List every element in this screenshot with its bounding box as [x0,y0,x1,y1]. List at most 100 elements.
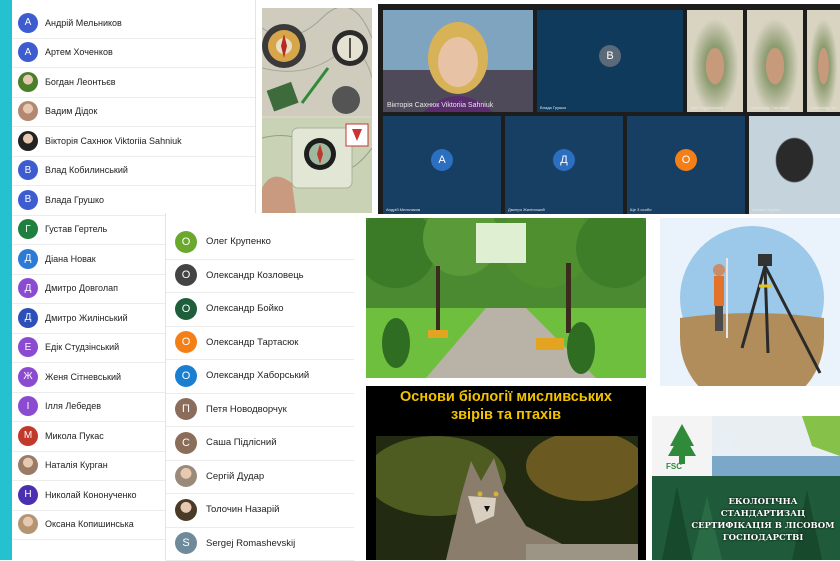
avatar-photo [18,455,38,475]
certification-slide: FSC ЕКОЛОГІЧНА СТАНДАРТИЗАЦ СЕРТИФІКАЦІЯ… [652,416,840,560]
video-tile[interactable]: Олександр Тартасюк [747,10,803,112]
participant-row[interactable]: S Sergej Romashevskij [166,527,354,561]
tile-label: Олександр Кр... [810,105,839,110]
participant-row[interactable]: Сергій Дудар [166,460,354,495]
participant-name: Діана Новак [45,254,96,264]
participant-row[interactable]: О Олександр Козловець [166,259,354,294]
participant-name: Олександр Бойко [206,303,284,314]
participants-list-continued[interactable]: О Олег Крупенко О Олександр Козловець О Олекс… [165,213,354,560]
avatar-initial: П [175,398,197,420]
avatar-initial: О [175,264,197,286]
participant-name: Sergej Romashevskij [206,538,295,549]
avatar-initial: О [175,231,197,253]
tile-label: Олександр Тартасюк [750,105,789,110]
participant-row[interactable]: ППетя Новодворчук [166,393,354,428]
avatar-initial: Ж [18,367,38,387]
avatar-initial: Д [18,278,38,298]
video-tile[interactable]: Олександр Кр... [807,10,840,112]
tile-label: Едік Студзінський [690,105,723,110]
participant-name: Ілля Лебедев [45,401,101,411]
video-tile[interactable]: Д Дмитро Жилінський [505,116,623,214]
participant-name: Влад Кобилинський [45,165,128,175]
course-title-line1: Основи біології мисливських [366,388,646,406]
avatar-initial: М [18,426,38,446]
video-meeting-grid[interactable]: Вікторія Сахнюк Viktoriia Sahniuk В Влада… [378,4,840,214]
participant-row[interactable]: О Олег Крупенко [166,225,354,260]
participant-name: Густав Гертель [45,224,107,234]
participant-row[interactable]: Вікторія Сахнюк Viktoriia Sahniuk [12,126,255,157]
course-title: Основи біології мисливських звірів та пт… [366,388,646,424]
participant-name: Олександр Тартасюк [206,337,298,348]
avatar-photo [18,72,38,92]
avatar-initial: О [175,331,197,353]
cert-text-line2: СЕРТИФІКАЦІЯ В ЛІСОВОМ [688,520,838,532]
avatar-initial: С [175,432,197,454]
tile-label: Андрій Мельников [386,207,420,212]
participant-name: Олег Крупенко [206,236,271,247]
course-title-line2: звірів та птахів [366,406,646,424]
avatar-initial: В [18,160,38,180]
participant-row[interactable]: ААндрій Мельников [12,8,255,39]
participant-name: Артем Хоченков [45,47,113,57]
avatar-initial: О [175,298,197,320]
cert-text-line3: ГОСПОДАРСТВІ [688,532,838,544]
avatar-initial: В [18,190,38,210]
participant-name: Олександр Козловець [206,270,304,281]
participant-name: Вікторія Сахнюк Viktoriia Sahniuk [45,136,182,146]
participant-row[interactable]: О Олександр Бойко [166,292,354,327]
participant-row[interactable]: В Влад Кобилинський [12,156,255,187]
video-tile[interactable]: А Андрій Мельников [383,116,501,214]
participant-row[interactable]: О Олександр Хаборський [166,359,354,394]
avatar-initial: А [18,13,38,33]
participant-name: Саша Підлісний [206,437,277,448]
avatar-photo [175,465,197,487]
surveyor-photo [660,218,840,386]
avatar-photo [175,499,197,521]
compass-photo [262,8,372,213]
avatar-initial: Д [18,308,38,328]
avatar-initial: І [18,396,38,416]
avatar-photo [18,131,38,151]
participant-row[interactable]: Богдан Леонтьєв [12,67,255,98]
tile-avatar: Д [553,149,575,171]
tile-avatar: А [431,149,453,171]
participant-name: Толочин Назарій [206,504,279,515]
wolf-image [376,436,638,560]
participant-name: Богдан Леонтьєв [45,77,116,87]
video-tile[interactable]: ОЩе 3 особи [627,116,745,214]
participant-row[interactable]: ВВлада Грушко [12,185,255,216]
avatar-initial: Д [18,249,38,269]
participant-row[interactable]: Толочин Назарій [166,493,354,528]
park-alley-photo [366,218,646,378]
tile-avatar: В [599,45,621,67]
tile-label: Влада Грушко [540,105,566,110]
avatar-initial: А [18,42,38,62]
left-accent-bar [0,0,12,560]
video-tile[interactable]: Наталія Курган [749,116,840,214]
tile-label: Ще 3 особи [630,207,651,212]
video-tile[interactable]: Едік Студзінський [687,10,743,112]
participant-row[interactable]: С Саша Підлісний [166,426,354,461]
avatar-initial: Н [18,485,38,505]
participant-name: Дмитро Довголап [45,283,118,293]
participant-name: Вадим Дідок [45,106,97,116]
avatar-photo [18,514,38,534]
tile-label: Дмитро Жилінський [508,207,545,212]
avatar-initial: S [175,532,197,554]
participant-name: Наталія Курган [45,460,108,470]
video-tile[interactable]: В Влада Грушко [537,10,683,112]
participant-name: Оксана Копишинська [45,519,134,529]
main-speaker-tile[interactable]: Вікторія Сахнюк Viktoriia Sahniuk [383,10,533,112]
participant-row[interactable]: О Олександр Тартасюк [166,326,354,361]
participant-name: Дмитро Жилінський [45,313,128,323]
cert-text-line1: ЕКОЛОГІЧНА СТАНДАРТИЗАЦ [688,496,838,520]
avatar-initial: Г [18,219,38,239]
avatar-initial: О [175,365,197,387]
participant-row[interactable]: Вадим Дідок [12,97,255,128]
participant-name: Едік Студзінський [45,342,119,352]
participant-row[interactable]: А Артем Хоченков [12,38,255,69]
course-banner: Основи біології мисливських звірів та пт… [366,386,646,560]
main-speaker-label: Вікторія Сахнюк Viktoriia Sahniuk [387,102,493,109]
participant-name: Олександр Хаборський [206,370,309,381]
avatar-photo [18,101,38,121]
